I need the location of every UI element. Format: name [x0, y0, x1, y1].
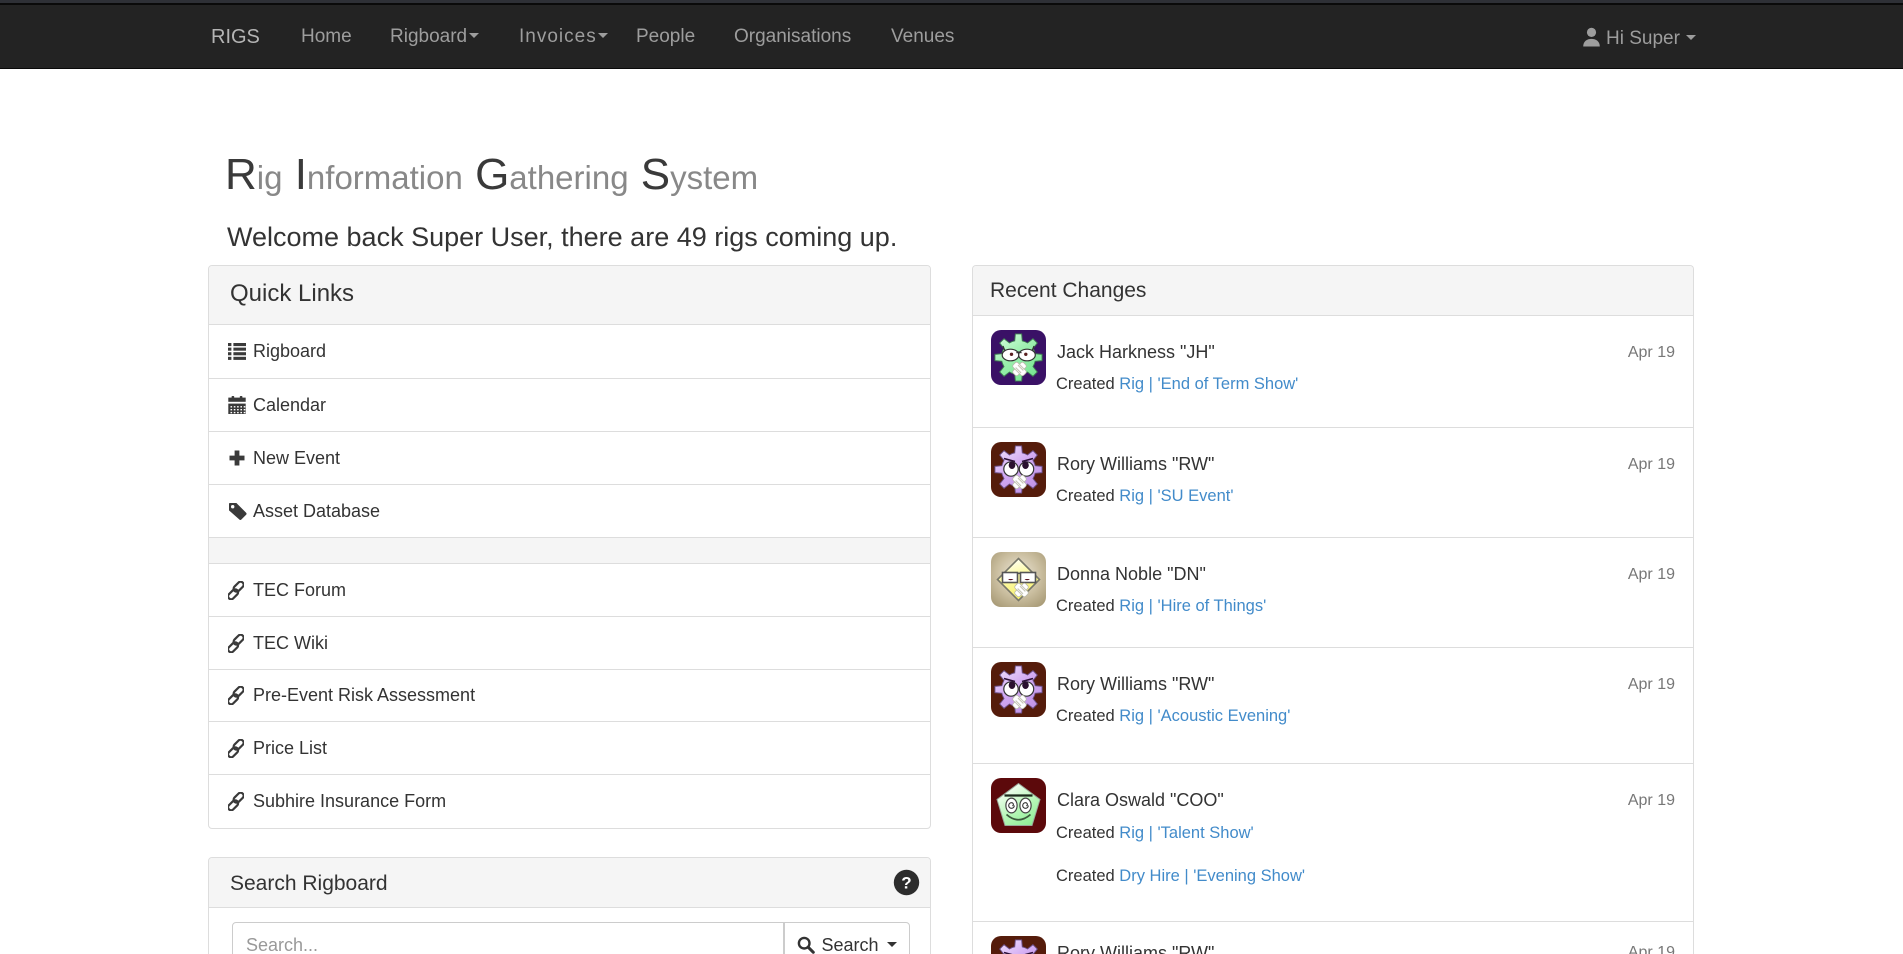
svg-text:?: ?: [901, 873, 911, 892]
